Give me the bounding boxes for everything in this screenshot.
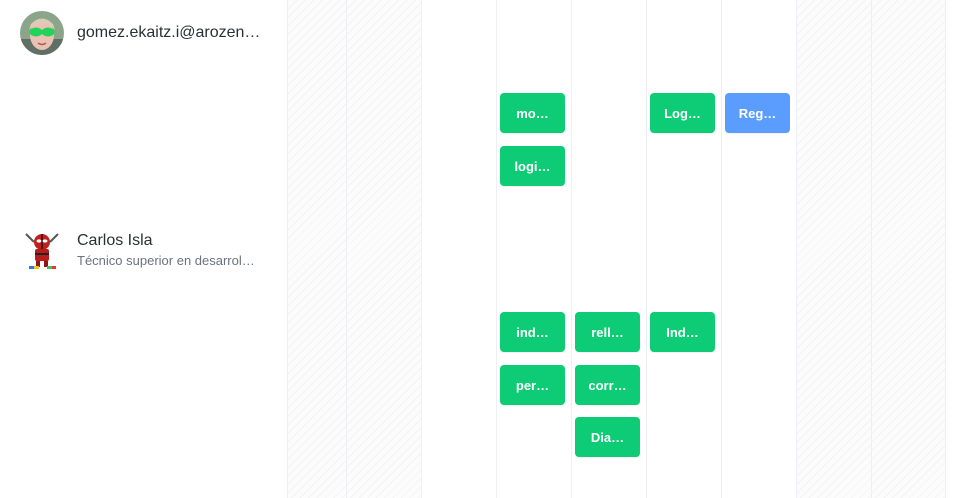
grid-column-3 — [421, 0, 496, 498]
user-name: Carlos Isla — [77, 232, 153, 249]
deadpool-avatar-icon — [20, 228, 64, 272]
task-chip[interactable]: rell… — [575, 312, 640, 352]
grid-column-9 — [871, 0, 946, 498]
user-subtitle: Técnico superior en desarrol… — [77, 253, 255, 268]
task-chip[interactable]: logi… — [500, 146, 565, 186]
grid-column-6 — [646, 0, 721, 498]
grid-column-1 — [287, 0, 346, 498]
task-chip[interactable]: Reg… — [725, 93, 790, 133]
grid-column-2 — [346, 0, 421, 498]
user-row-1[interactable]: gomez.ekaitz.i@arozen… — [20, 11, 260, 55]
task-chip[interactable]: Dia… — [575, 417, 640, 457]
user-name: gomez.ekaitz.i@arozen… — [77, 24, 261, 41]
task-chip[interactable]: mo… — [500, 93, 565, 133]
task-chip[interactable]: Log… — [650, 93, 715, 133]
avatar — [20, 228, 64, 272]
avatar — [20, 11, 64, 55]
task-chip[interactable]: corr… — [575, 365, 640, 405]
task-chip[interactable]: per… — [500, 365, 565, 405]
task-chip[interactable]: ind… — [500, 312, 565, 352]
task-chip[interactable]: Ind… — [650, 312, 715, 352]
grid-column-4 — [496, 0, 571, 498]
user-row-2[interactable]: Carlos Isla Técnico superior en desarrol… — [20, 228, 255, 272]
avatar-photo-icon — [20, 11, 64, 55]
grid-column-7 — [721, 0, 796, 498]
grid-column-8 — [796, 0, 871, 498]
